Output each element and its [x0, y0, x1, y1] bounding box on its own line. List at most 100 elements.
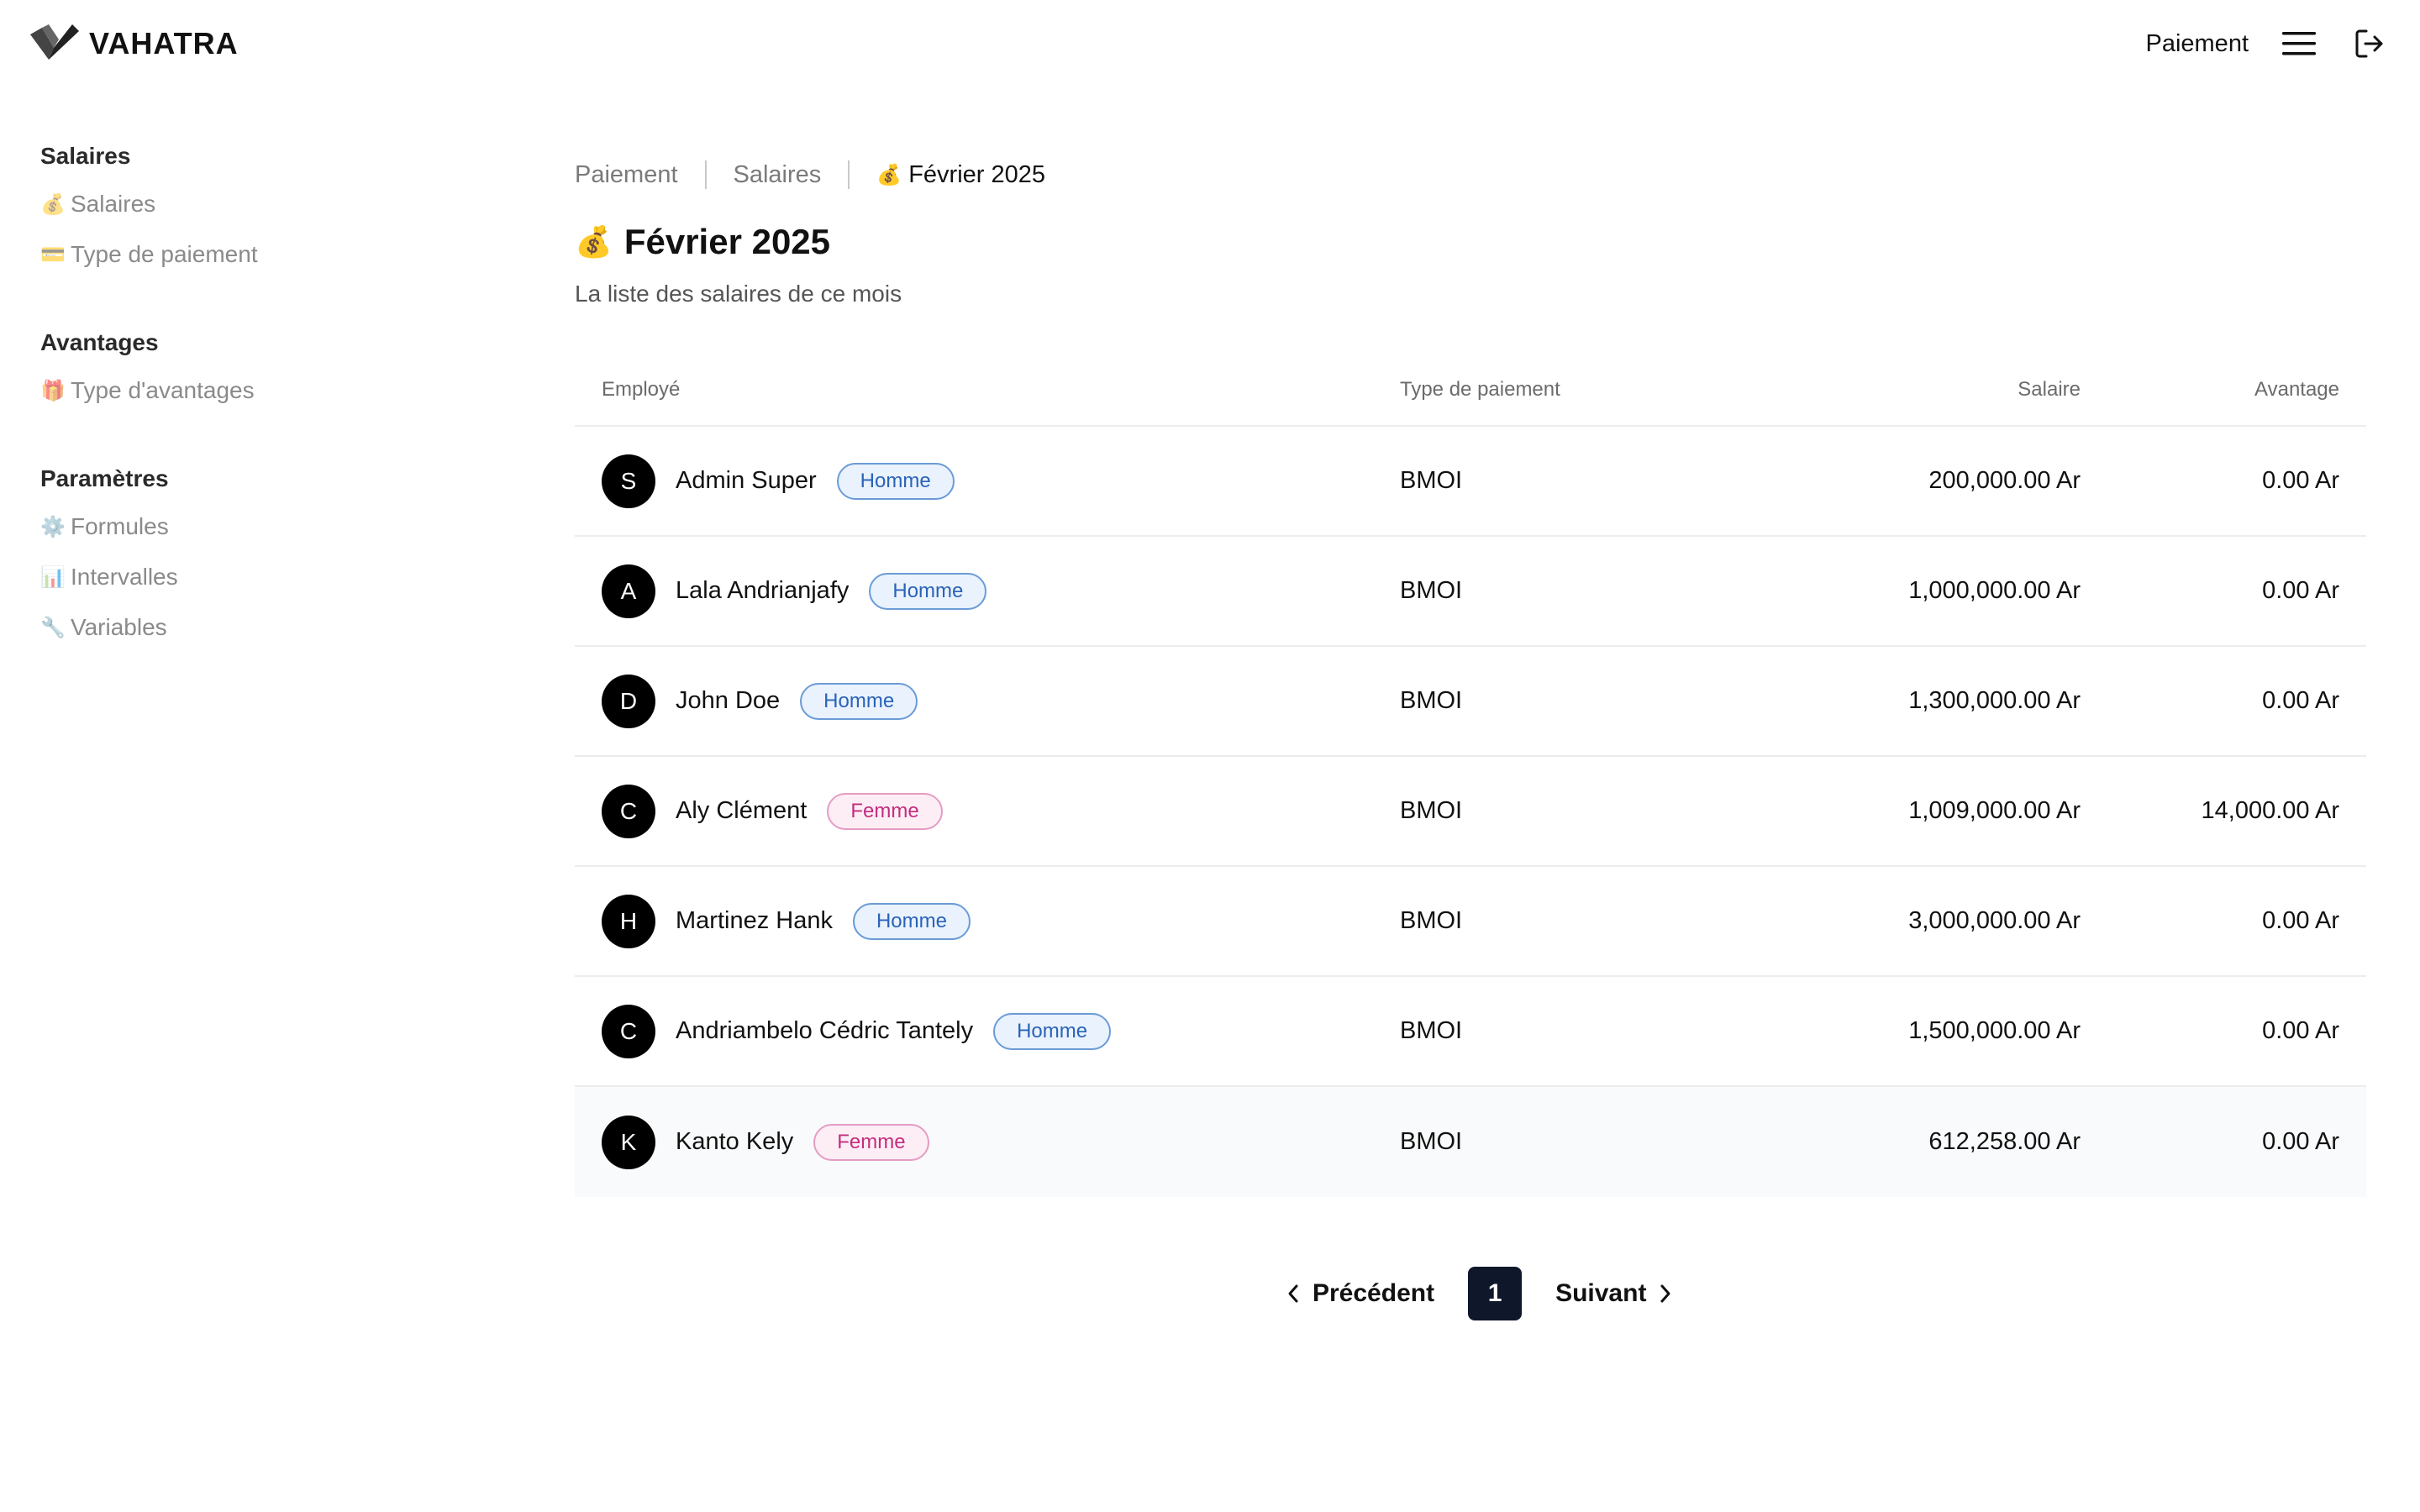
sidebar-item-type-d-avantages[interactable]: 🎁 Type d'avantages [40, 375, 511, 407]
top-actions: Paiement [2145, 24, 2390, 64]
column-header-advantage: Avantage [2254, 378, 2339, 401]
sidebar-group-parametres: Paramètres ⚙️ Formules 📊 Intervalles 🔧 V… [40, 465, 511, 643]
brand[interactable]: VAHATRA [30, 23, 239, 66]
sidebar-item-formules[interactable]: ⚙️ Formules [40, 511, 511, 543]
payment-type-cell: BMOI [1400, 577, 1463, 604]
sidebar-group-avantages: Avantages 🎁 Type d'avantages [40, 329, 511, 407]
advantage-cell: 0.00 Ar [2262, 1128, 2339, 1155]
breadcrumb-separator [848, 160, 850, 189]
column-header-salary: Salaire [2018, 378, 2081, 401]
column-header-payment-type: Type de paiement [1400, 378, 1560, 401]
employee-name: Admin Super [676, 467, 817, 494]
employee-cell: K Kanto Kely Femme [575, 1115, 1400, 1169]
employee-cell: D John Doe Homme [575, 674, 1400, 728]
payment-type-cell: BMOI [1400, 907, 1463, 934]
money-bag-icon: 💰 [40, 192, 66, 216]
hamburger-menu-icon[interactable] [2279, 24, 2319, 64]
breadcrumb-salaires[interactable]: Salaires [734, 161, 822, 189]
next-page-button[interactable]: Suivant [1547, 1273, 1681, 1315]
gear-icon: ⚙️ [40, 515, 66, 538]
avatar: H [602, 894, 655, 948]
previous-page-button[interactable]: Précédent [1277, 1273, 1443, 1315]
sidebar-item-label: Formules [71, 513, 169, 539]
page-title: 💰 Février 2025 [575, 222, 2366, 262]
brand-name: VAHATRA [89, 26, 239, 60]
sidebar-item-label: Salaires [71, 191, 156, 217]
gender-badge: Femme [813, 1123, 929, 1161]
avatar: S [602, 454, 655, 508]
salary-cell: 1,300,000.00 Ar [1908, 687, 2081, 714]
salary-cell: 1,009,000.00 Ar [1908, 797, 2081, 824]
page-subtitle: La liste des salaires de ce mois [575, 281, 902, 307]
payment-type-cell: BMOI [1400, 467, 1463, 494]
money-bag-icon: 💰 [876, 163, 902, 186]
sidebar-item-salaires[interactable]: 💰 Salaires [40, 188, 511, 220]
paiement-nav-link[interactable]: Paiement [2145, 30, 2249, 58]
employee-cell: C Aly Clément Femme [575, 784, 1400, 838]
pagination: Précédent 1 Suivant [1277, 1267, 1681, 1320]
salary-cell: 612,258.00 Ar [1928, 1128, 2081, 1155]
employee-name: John Doe [676, 687, 781, 714]
chevron-right-icon [1660, 1284, 1670, 1303]
sidebar-heading: Salaires [40, 143, 131, 169]
avatar: A [602, 564, 655, 618]
gender-badge: Homme [836, 462, 955, 500]
table-row[interactable]: C Aly Clément Femme BMOI 1,009,000.00 Ar… [575, 757, 2366, 867]
employee-name: Andriambelo Cédric Tantely [676, 1017, 974, 1044]
page-title-text: Février 2025 [623, 222, 831, 261]
advantage-cell: 0.00 Ar [2262, 687, 2339, 714]
table-row[interactable]: D John Doe Homme BMOI 1,300,000.00 Ar 0.… [575, 647, 2366, 757]
next-page-label: Suivant [1555, 1279, 1647, 1307]
gender-badge: Homme [869, 572, 987, 610]
page-number-button[interactable]: 1 [1468, 1267, 1523, 1320]
sidebar-group-salaires: Salaires 💰 Salaires 💳 Type de paiement [40, 143, 511, 270]
main-content: Paiement Salaires 💰 Février 2025 💰 Févri… [575, 151, 2366, 1197]
chevron-left-icon [1288, 1284, 1298, 1303]
employee-cell: A Lala Andrianjafy Homme [575, 564, 1400, 618]
table-row[interactable]: C Andriambelo Cédric Tantely Homme BMOI … [575, 977, 2366, 1087]
employee-name: Kanto Kely [676, 1128, 794, 1155]
gift-icon: 🎁 [40, 379, 66, 402]
table-row[interactable]: K Kanto Kely Femme BMOI 612,258.00 Ar 0.… [575, 1087, 2366, 1197]
payment-type-cell: BMOI [1400, 797, 1463, 824]
payment-type-cell: BMOI [1400, 1017, 1463, 1044]
advantage-cell: 0.00 Ar [2262, 577, 2339, 604]
sidebar-item-label: Type de paiement [71, 241, 258, 267]
employee-cell: H Martinez Hank Homme [575, 894, 1400, 948]
vahatra-logo-icon [30, 23, 79, 66]
gender-badge: Homme [800, 682, 918, 720]
money-bag-icon: 💰 [575, 224, 613, 259]
gender-badge: Homme [993, 1012, 1112, 1050]
breadcrumb-paiement[interactable]: Paiement [575, 161, 678, 189]
employee-cell: S Admin Super Homme [575, 454, 1400, 508]
breadcrumb-current-label: Février 2025 [908, 160, 1045, 188]
sidebar-heading: Paramètres [40, 465, 169, 491]
advantage-cell: 0.00 Ar [2262, 907, 2339, 934]
table-row[interactable]: H Martinez Hank Homme BMOI 3,000,000.00 … [575, 867, 2366, 977]
breadcrumb: Paiement Salaires 💰 Février 2025 [575, 151, 2366, 198]
table-row[interactable]: A Lala Andrianjafy Homme BMOI 1,000,000.… [575, 537, 2366, 647]
gender-badge: Homme [852, 902, 971, 940]
wrench-icon: 🔧 [40, 616, 66, 639]
sidebar-item-variables[interactable]: 🔧 Variables [40, 612, 511, 643]
sidebar-heading: Avantages [40, 329, 159, 355]
sidebar-item-label: Type d'avantages [71, 377, 255, 403]
employee-cell: C Andriambelo Cédric Tantely Homme [575, 1004, 1400, 1058]
avatar: C [602, 784, 655, 838]
sidebar-item-type-de-paiement[interactable]: 💳 Type de paiement [40, 239, 511, 270]
logout-icon[interactable] [2349, 24, 2390, 64]
avatar: C [602, 1004, 655, 1058]
credit-card-icon: 💳 [40, 243, 66, 266]
gender-badge: Femme [827, 792, 943, 830]
advantage-cell: 0.00 Ar [2262, 1017, 2339, 1044]
salary-cell: 200,000.00 Ar [1928, 467, 2081, 494]
sidebar-item-intervalles[interactable]: 📊 Intervalles [40, 561, 511, 593]
sidebar-item-label: Intervalles [71, 564, 178, 590]
table-header: Employé Type de paiement Salaire Avantag… [575, 354, 2366, 427]
sidebar-item-label: Variables [71, 614, 167, 640]
table-row[interactable]: S Admin Super Homme BMOI 200,000.00 Ar 0… [575, 427, 2366, 537]
bar-chart-icon: 📊 [40, 565, 66, 589]
column-header-employee: Employé [602, 378, 681, 401]
avatar: K [602, 1115, 655, 1169]
top-bar: VAHATRA Paiement [0, 0, 2420, 87]
